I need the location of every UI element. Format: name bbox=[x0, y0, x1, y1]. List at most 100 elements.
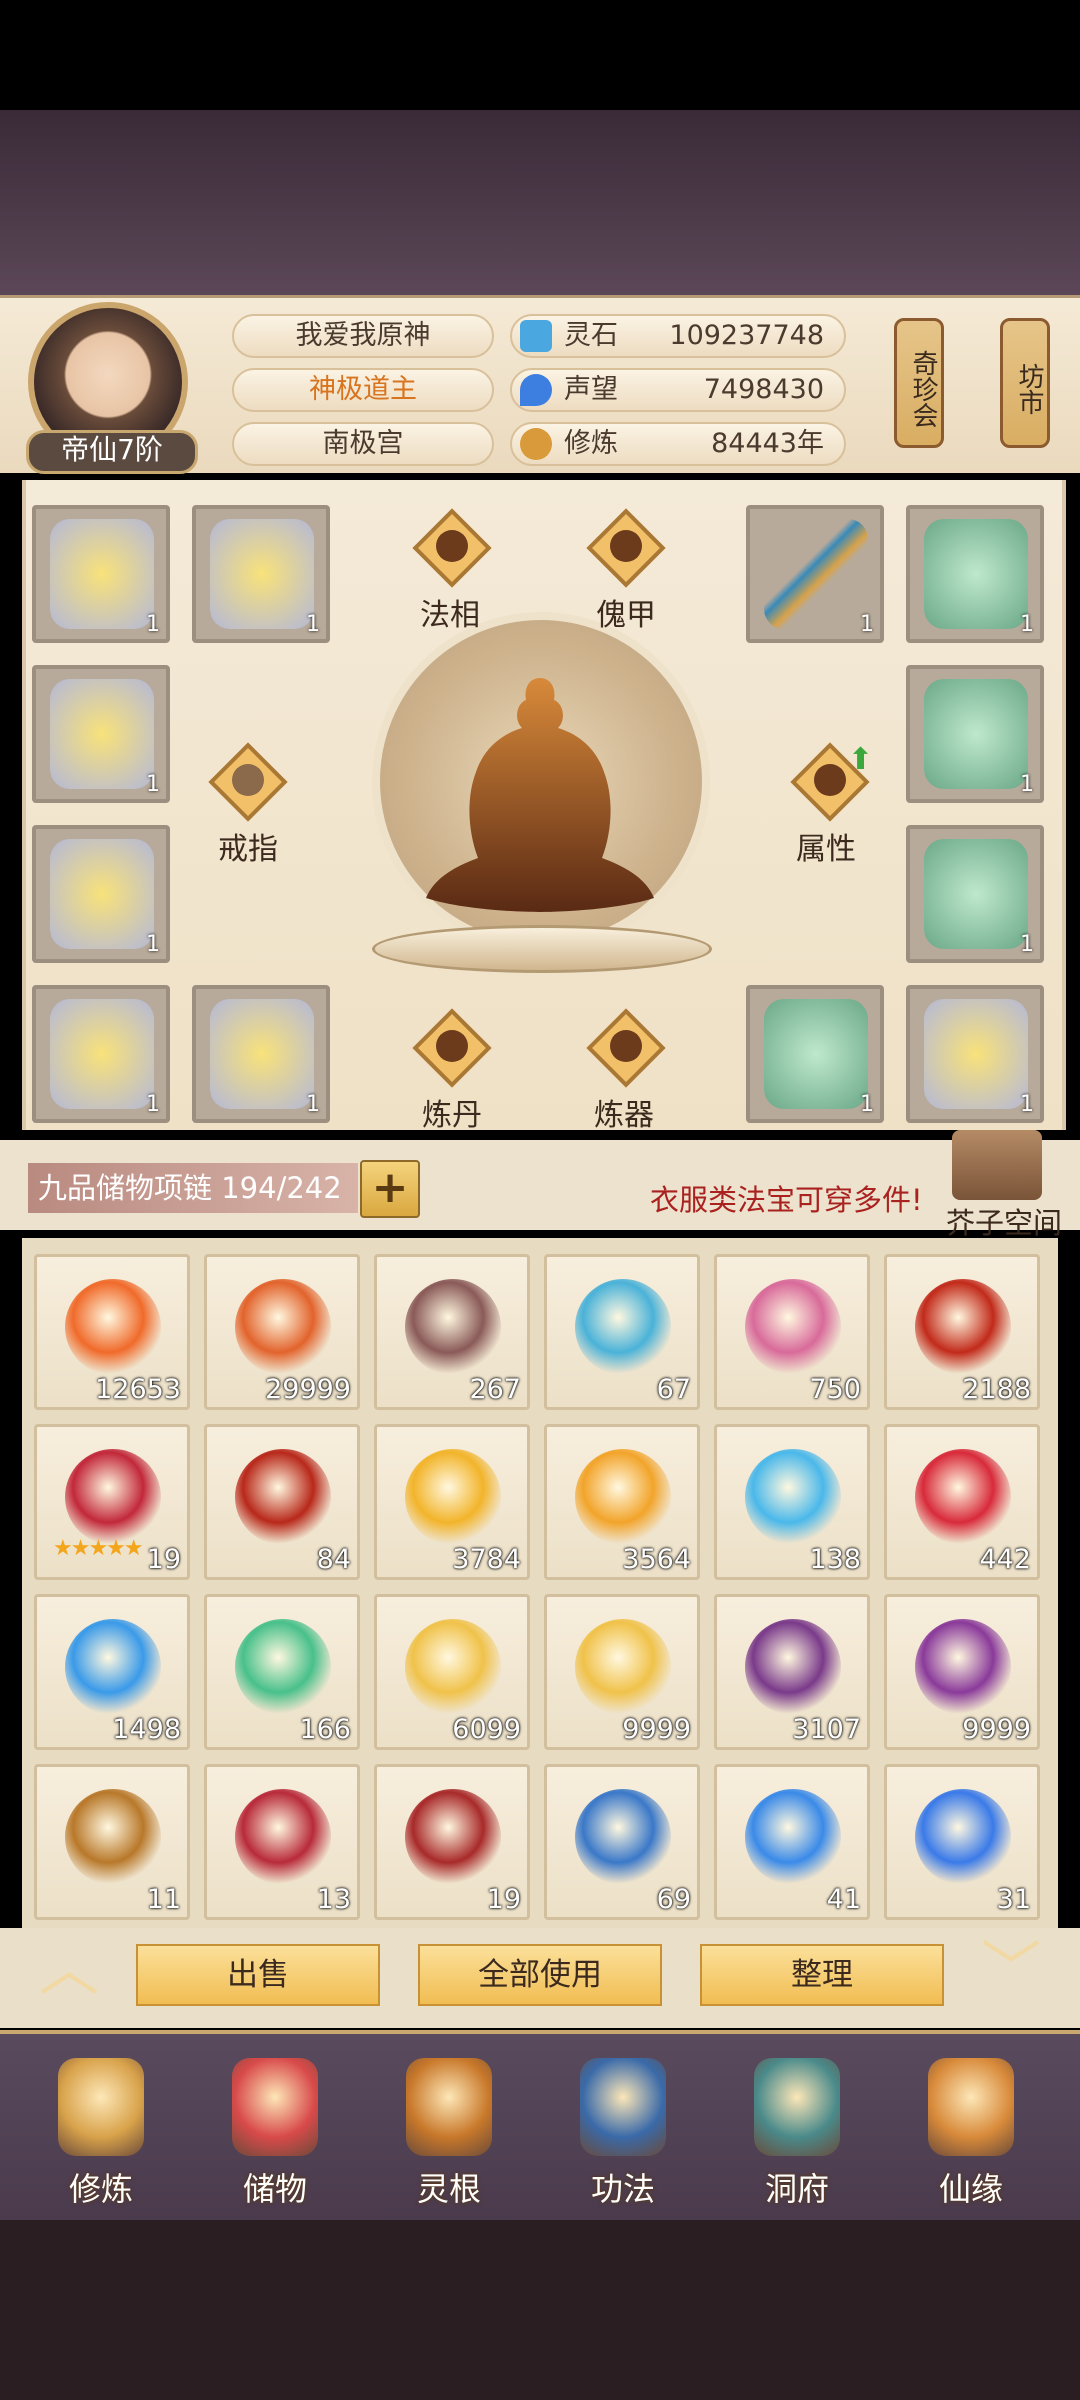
item-slot[interactable]: 166 bbox=[204, 1594, 360, 1750]
item-slot[interactable]: 84 bbox=[204, 1424, 360, 1580]
mustard-space-icon[interactable] bbox=[952, 1130, 1042, 1200]
item-slot[interactable]: 138 bbox=[714, 1424, 870, 1580]
item-count: 69 bbox=[656, 1884, 691, 1915]
expand-storage-button[interactable]: + bbox=[360, 1160, 420, 1218]
item-icon bbox=[235, 1619, 331, 1715]
item-count: 67 bbox=[656, 1374, 691, 1405]
resource-label: 声望 bbox=[564, 374, 618, 405]
item-slot[interactable]: 9999 bbox=[884, 1594, 1040, 1750]
item-count: 9999 bbox=[622, 1714, 691, 1745]
resource-value: 7498430 bbox=[703, 374, 824, 405]
equip-slot-right-3[interactable]: 1 bbox=[906, 665, 1044, 803]
mustard-space-label[interactable]: 芥子空间 bbox=[946, 1200, 1062, 1242]
item-slot[interactable]: 2188 bbox=[884, 1254, 1040, 1410]
item-count: 1498 bbox=[112, 1714, 181, 1745]
nav-label: 修炼 bbox=[68, 2170, 133, 2208]
top-background bbox=[0, 110, 1080, 295]
item-count: 2188 bbox=[962, 1374, 1031, 1405]
nav-label: 储物 bbox=[242, 2170, 307, 2208]
item-slot[interactable]: 12653 bbox=[34, 1254, 190, 1410]
technique-book-icon bbox=[580, 2058, 666, 2156]
item-count: 29999 bbox=[265, 1374, 351, 1405]
item-count: 267 bbox=[469, 1374, 521, 1405]
item-slot[interactable]: 29999 bbox=[204, 1254, 360, 1410]
ring-button[interactable] bbox=[208, 742, 288, 822]
market-button[interactable]: 坊市 bbox=[1000, 318, 1050, 448]
equip-slot-right-4[interactable]: 1 bbox=[906, 825, 1044, 963]
equip-slot-right-6[interactable]: 1 bbox=[906, 985, 1044, 1123]
puppet-armor-button[interactable] bbox=[586, 508, 666, 588]
meditating-figure-icon bbox=[426, 678, 654, 912]
sell-button[interactable]: 出售 bbox=[136, 1944, 380, 2006]
dharma-form-button[interactable] bbox=[412, 508, 492, 588]
upgrade-arrow-icon: ⬆ bbox=[848, 742, 874, 777]
item-slot[interactable]: ★★★★★ 19 bbox=[34, 1424, 190, 1580]
item-icon bbox=[235, 1279, 331, 1375]
storage-capacity: 九品储物项链 194/242 bbox=[28, 1163, 358, 1213]
cultivate-icon bbox=[58, 2058, 144, 2156]
function-label: 戒指 bbox=[218, 832, 278, 867]
item-slot[interactable]: 3107 bbox=[714, 1594, 870, 1750]
item-slot[interactable]: 9999 bbox=[544, 1594, 700, 1750]
function-label: 炼器 bbox=[594, 1098, 654, 1133]
reputation-icon bbox=[520, 374, 552, 406]
forging-button[interactable] bbox=[586, 1008, 666, 1088]
item-icon bbox=[575, 1789, 671, 1885]
item-count: 6099 bbox=[452, 1714, 521, 1745]
item-slot[interactable]: 13 bbox=[204, 1764, 360, 1920]
item-count: 3564 bbox=[622, 1544, 691, 1575]
player-title: 神极道主 bbox=[232, 368, 494, 412]
item-icon bbox=[575, 1279, 671, 1375]
nav-item-5[interactable]: 洞府 bbox=[722, 2040, 872, 2220]
nav-item-4[interactable]: 功法 bbox=[548, 2040, 698, 2220]
item-slot[interactable]: 3564 bbox=[544, 1424, 700, 1580]
item-count: 31 bbox=[996, 1884, 1031, 1915]
item-slot[interactable]: 267 bbox=[374, 1254, 530, 1410]
item-slot[interactable]: 442 bbox=[884, 1424, 1040, 1580]
scroll-down-icon[interactable]: ﹀ bbox=[976, 1940, 1046, 2000]
item-slot[interactable]: 67 bbox=[544, 1254, 700, 1410]
nav-label: 灵根 bbox=[416, 2170, 481, 2208]
equip-slot-right-2[interactable]: 1 bbox=[906, 505, 1044, 643]
nav-item-2[interactable]: 储物 bbox=[200, 2040, 350, 2220]
equip-slot-left-2[interactable]: 1 bbox=[192, 505, 330, 643]
cultivation-icon bbox=[520, 428, 552, 460]
spirit-stone-icon bbox=[520, 320, 552, 352]
alchemy-button[interactable] bbox=[412, 1008, 492, 1088]
equip-slot-left-5[interactable]: 1 bbox=[32, 985, 170, 1123]
resource-spirit-stone: 灵石 109237748 bbox=[510, 314, 846, 358]
item-slot[interactable]: 1498 bbox=[34, 1594, 190, 1750]
nav-item-3[interactable]: 灵根 bbox=[374, 2040, 524, 2220]
cave-dwelling-icon bbox=[754, 2058, 840, 2156]
item-slot[interactable]: 19 bbox=[374, 1764, 530, 1920]
equip-slot-left-6[interactable]: 1 bbox=[192, 985, 330, 1123]
function-label: 炼丹 bbox=[422, 1098, 482, 1133]
scroll-up-icon[interactable]: ︿ bbox=[34, 1940, 104, 2000]
attributes-button[interactable]: ⬆ bbox=[790, 742, 874, 822]
use-all-button[interactable]: 全部使用 bbox=[418, 1944, 662, 2006]
item-slot[interactable]: 750 bbox=[714, 1254, 870, 1410]
equip-slot-left-3[interactable]: 1 bbox=[32, 665, 170, 803]
item-count: 11 bbox=[146, 1884, 181, 1915]
item-slot[interactable]: 11 bbox=[34, 1764, 190, 1920]
resource-reputation: 声望 7498430 bbox=[510, 368, 846, 412]
sort-button[interactable]: 整理 bbox=[700, 1944, 944, 2006]
item-icon bbox=[405, 1619, 501, 1715]
item-slot[interactable]: 41 bbox=[714, 1764, 870, 1920]
equip-slot-left-1[interactable]: 1 bbox=[32, 505, 170, 643]
item-slot[interactable]: 6099 bbox=[374, 1594, 530, 1750]
nav-label: 仙缘 bbox=[938, 2170, 1003, 2208]
equip-slot-left-4[interactable]: 1 bbox=[32, 825, 170, 963]
resource-cultivation: 修炼 84443年 bbox=[510, 422, 846, 466]
item-icon bbox=[405, 1449, 501, 1545]
item-slot[interactable]: 3784 bbox=[374, 1424, 530, 1580]
item-slot[interactable]: 31 bbox=[884, 1764, 1040, 1920]
equip-slot-right-5[interactable]: 1 bbox=[746, 985, 884, 1123]
player-sect: 南极宫 bbox=[232, 422, 494, 466]
item-icon bbox=[235, 1789, 331, 1885]
nav-item-1[interactable]: 修炼 bbox=[26, 2040, 176, 2220]
equip-slot-right-1[interactable]: 1 bbox=[746, 505, 884, 643]
treasure-auction-button[interactable]: 奇珍会 bbox=[894, 318, 944, 448]
item-slot[interactable]: 69 bbox=[544, 1764, 700, 1920]
nav-item-6[interactable]: 仙缘 bbox=[896, 2040, 1046, 2220]
